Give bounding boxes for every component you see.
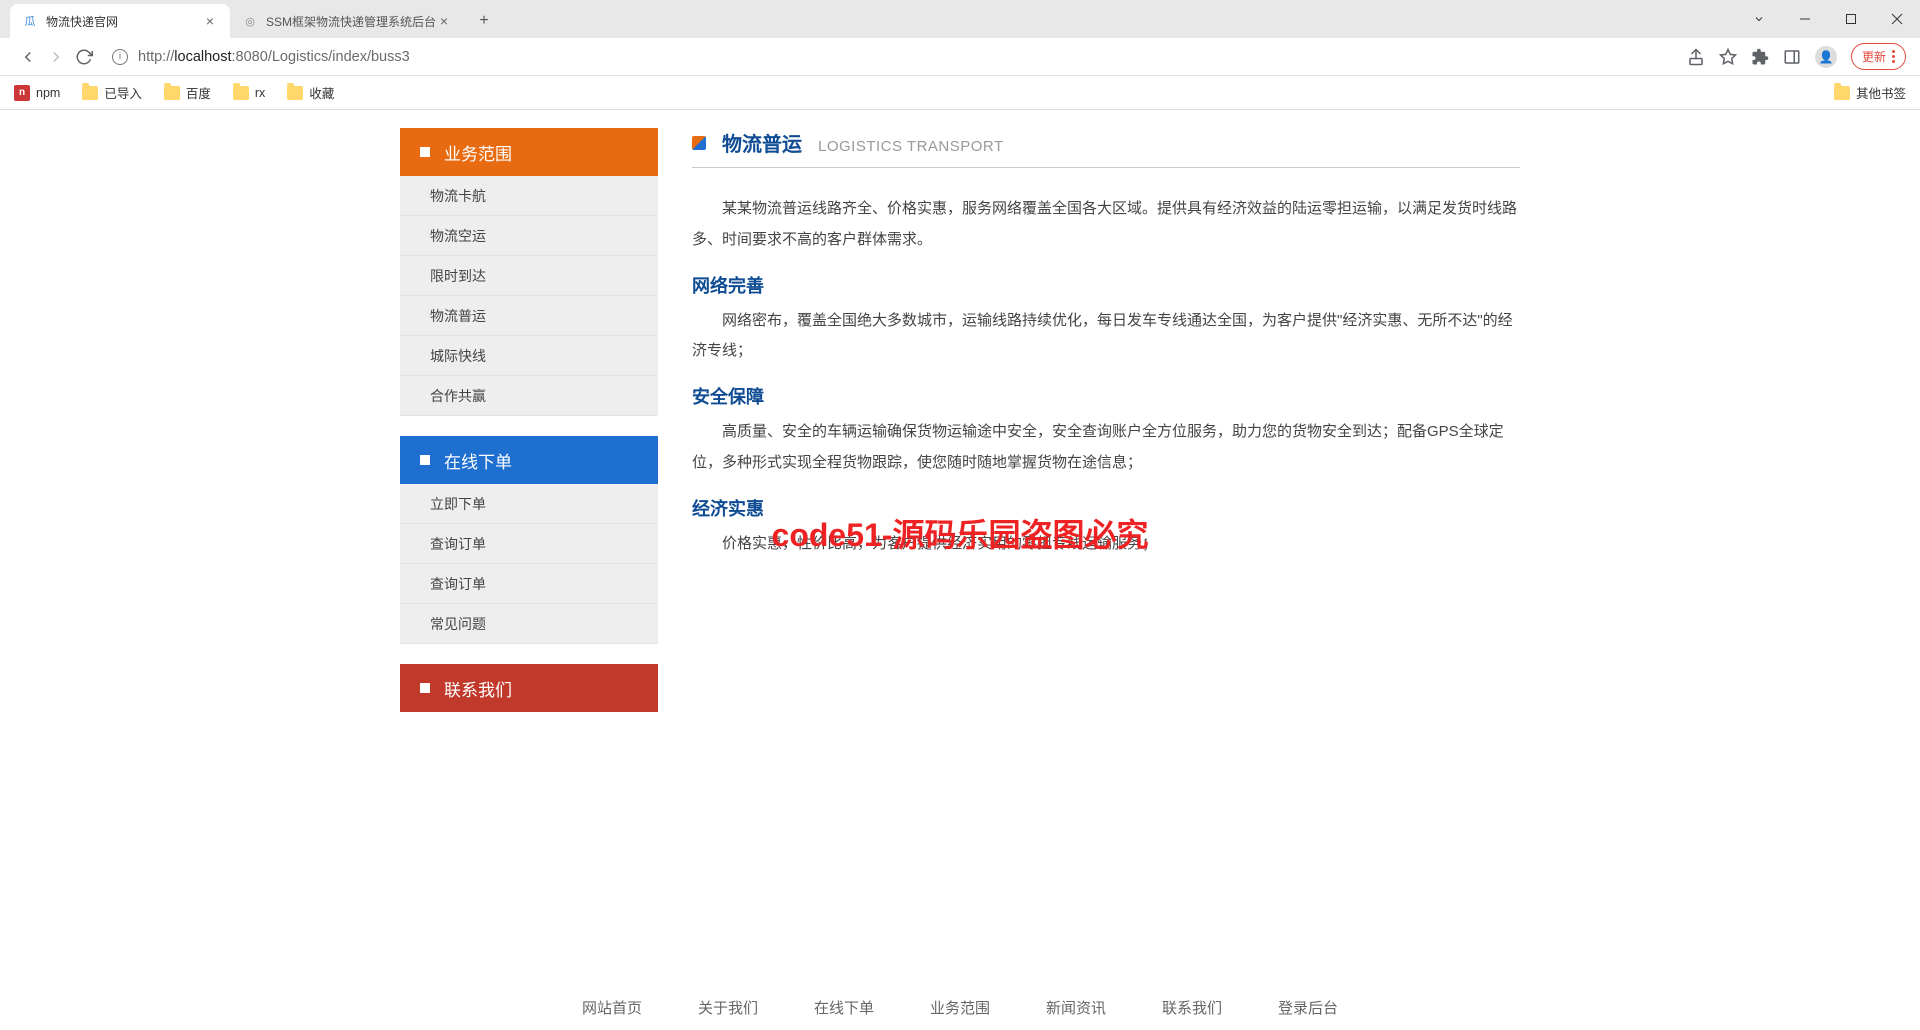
window-tab-bar: 瓜 物流快递官网 × ◎ SSM框架物流快递管理系统后台 × + bbox=[0, 0, 1920, 38]
sidebar-header-contact[interactable]: 联系我们 bbox=[400, 664, 658, 712]
minimize-icon[interactable] bbox=[1782, 0, 1828, 38]
sidebar: 业务范围 物流卡航 物流空运 限时到达 物流普运 城际快线 合作共赢 在线下单 … bbox=[400, 128, 658, 732]
close-window-icon[interactable] bbox=[1874, 0, 1920, 38]
title-marker-icon bbox=[692, 136, 706, 150]
folder-icon bbox=[1834, 86, 1850, 100]
page-title-zh: 物流普运 bbox=[722, 128, 802, 157]
reload-button[interactable] bbox=[70, 43, 98, 71]
sidebar-item[interactable]: 城际快线 bbox=[400, 336, 658, 376]
square-icon bbox=[420, 455, 430, 465]
favicon-icon: 瓜 bbox=[22, 13, 38, 29]
bookmark-collection[interactable]: 收藏 bbox=[287, 83, 334, 102]
sidebar-item[interactable]: 查询订单 bbox=[400, 564, 658, 604]
section-paragraph: 高质量、安全的车辆运输确保货物运输途中安全，安全查询账户全方位服务，助力您的货物… bbox=[692, 417, 1520, 479]
bookmark-label: npm bbox=[36, 86, 60, 100]
main-content: 物流普运 LOGISTICS TRANSPORT 某某物流普运线路齐全、价格实惠… bbox=[692, 128, 1520, 732]
address-bar: i http://localhost:8080/Logistics/index/… bbox=[0, 38, 1920, 76]
sidebar-header-business: 业务范围 bbox=[400, 128, 658, 176]
new-tab-button[interactable]: + bbox=[470, 7, 498, 35]
side-panel-icon[interactable] bbox=[1783, 48, 1801, 66]
folder-icon bbox=[164, 86, 180, 100]
npm-icon: n bbox=[14, 85, 30, 101]
other-bookmarks[interactable]: 其他书签 bbox=[1834, 83, 1906, 102]
url-host: localhost bbox=[174, 49, 231, 65]
forward-button[interactable] bbox=[42, 43, 70, 71]
sidebar-item[interactable]: 物流空运 bbox=[400, 216, 658, 256]
bookmark-label: 已导入 bbox=[104, 83, 142, 102]
sidebar-item[interactable]: 限时到达 bbox=[400, 256, 658, 296]
close-icon[interactable]: × bbox=[202, 13, 218, 29]
footer-link[interactable]: 在线下单 bbox=[814, 997, 874, 1018]
section-heading: 安全保障 bbox=[692, 383, 1520, 409]
sidebar-item[interactable]: 立即下单 bbox=[400, 484, 658, 524]
menu-dots-icon bbox=[1892, 50, 1895, 63]
footer-link[interactable]: 联系我们 bbox=[1162, 997, 1222, 1018]
tab-title: 物流快递官网 bbox=[46, 13, 202, 30]
bookmarks-bar: nnpm 已导入 百度 rx 收藏 其他书签 bbox=[0, 76, 1920, 110]
extensions-icon[interactable] bbox=[1751, 48, 1769, 66]
page-title-bar: 物流普运 LOGISTICS TRANSPORT bbox=[692, 128, 1520, 168]
window-controls bbox=[1736, 0, 1920, 38]
bookmark-imported[interactable]: 已导入 bbox=[82, 83, 142, 102]
url-path: /Logistics/index/buss3 bbox=[268, 49, 410, 65]
share-icon[interactable] bbox=[1687, 48, 1705, 66]
back-button[interactable] bbox=[14, 43, 42, 71]
chevron-down-icon[interactable] bbox=[1736, 0, 1782, 38]
folder-icon bbox=[233, 86, 249, 100]
page-viewport: 业务范围 物流卡航 物流空运 限时到达 物流普运 城际快线 合作共赢 在线下单 … bbox=[0, 110, 1920, 1030]
bookmark-rx[interactable]: rx bbox=[233, 86, 265, 100]
browser-tab[interactable]: ◎ SSM框架物流快递管理系统后台 × bbox=[230, 4, 464, 38]
sidebar-item[interactable]: 常见问题 bbox=[400, 604, 658, 644]
bookmark-label: 收藏 bbox=[309, 83, 334, 102]
site-info-icon[interactable]: i bbox=[112, 49, 138, 65]
sidebar-header-label: 业务范围 bbox=[444, 140, 512, 165]
footer-link[interactable]: 网站首页 bbox=[582, 997, 642, 1018]
update-label: 更新 bbox=[1862, 48, 1886, 65]
section-heading: 经济实惠 bbox=[692, 495, 1520, 521]
bookmark-baidu[interactable]: 百度 bbox=[164, 83, 211, 102]
close-icon[interactable]: × bbox=[436, 13, 452, 29]
url-scheme: http:// bbox=[138, 49, 174, 65]
footer-link[interactable]: 业务范围 bbox=[930, 997, 990, 1018]
footer-link[interactable]: 关于我们 bbox=[698, 997, 758, 1018]
footer-nav: 网站首页 关于我们 在线下单 业务范围 新闻资讯 联系我们 登录后台 bbox=[0, 997, 1920, 1018]
bookmark-star-icon[interactable] bbox=[1719, 48, 1737, 66]
page-title-en: LOGISTICS TRANSPORT bbox=[818, 138, 1004, 155]
sidebar-item[interactable]: 查询订单 bbox=[400, 524, 658, 564]
browser-tab-active[interactable]: 瓜 物流快递官网 × bbox=[10, 4, 230, 38]
intro-paragraph: 某某物流普运线路齐全、价格实惠，服务网络覆盖全国各大区域。提供具有经济效益的陆运… bbox=[692, 194, 1520, 256]
url-port: :8080 bbox=[232, 49, 268, 65]
url-input[interactable]: i http://localhost:8080/Logistics/index/… bbox=[112, 42, 1677, 72]
footer-link[interactable]: 登录后台 bbox=[1278, 997, 1338, 1018]
sidebar-header-label: 联系我们 bbox=[444, 676, 512, 701]
section-paragraph: 网络密布，覆盖全国绝大多数城市，运输线路持续优化，每日发车专线通达全国，为客户提… bbox=[692, 306, 1520, 368]
folder-icon bbox=[82, 86, 98, 100]
bookmark-label: 其他书签 bbox=[1856, 83, 1906, 102]
favicon-icon: ◎ bbox=[242, 13, 258, 29]
section-heading: 网络完善 bbox=[692, 272, 1520, 298]
sidebar-header-label: 在线下单 bbox=[444, 448, 512, 473]
tab-title: SSM框架物流快递管理系统后台 bbox=[266, 13, 436, 30]
bookmark-label: 百度 bbox=[186, 83, 211, 102]
bookmark-npm[interactable]: nnpm bbox=[14, 85, 60, 101]
square-icon bbox=[420, 147, 430, 157]
square-icon bbox=[420, 683, 430, 693]
sidebar-item[interactable]: 物流普运 bbox=[400, 296, 658, 336]
maximize-icon[interactable] bbox=[1828, 0, 1874, 38]
footer-link[interactable]: 新闻资讯 bbox=[1046, 997, 1106, 1018]
update-button[interactable]: 更新 bbox=[1851, 43, 1906, 70]
folder-icon bbox=[287, 86, 303, 100]
article-body: 某某物流普运线路齐全、价格实惠，服务网络覆盖全国各大区域。提供具有经济效益的陆运… bbox=[692, 194, 1520, 559]
sidebar-header-order: 在线下单 bbox=[400, 436, 658, 484]
sidebar-item[interactable]: 合作共赢 bbox=[400, 376, 658, 416]
bookmark-label: rx bbox=[255, 86, 265, 100]
sidebar-item[interactable]: 物流卡航 bbox=[400, 176, 658, 216]
profile-avatar[interactable]: 👤 bbox=[1815, 46, 1837, 68]
section-paragraph: 价格实惠，性价比高，为客户提供经济实用的零担专线运输服务； bbox=[692, 529, 1520, 560]
